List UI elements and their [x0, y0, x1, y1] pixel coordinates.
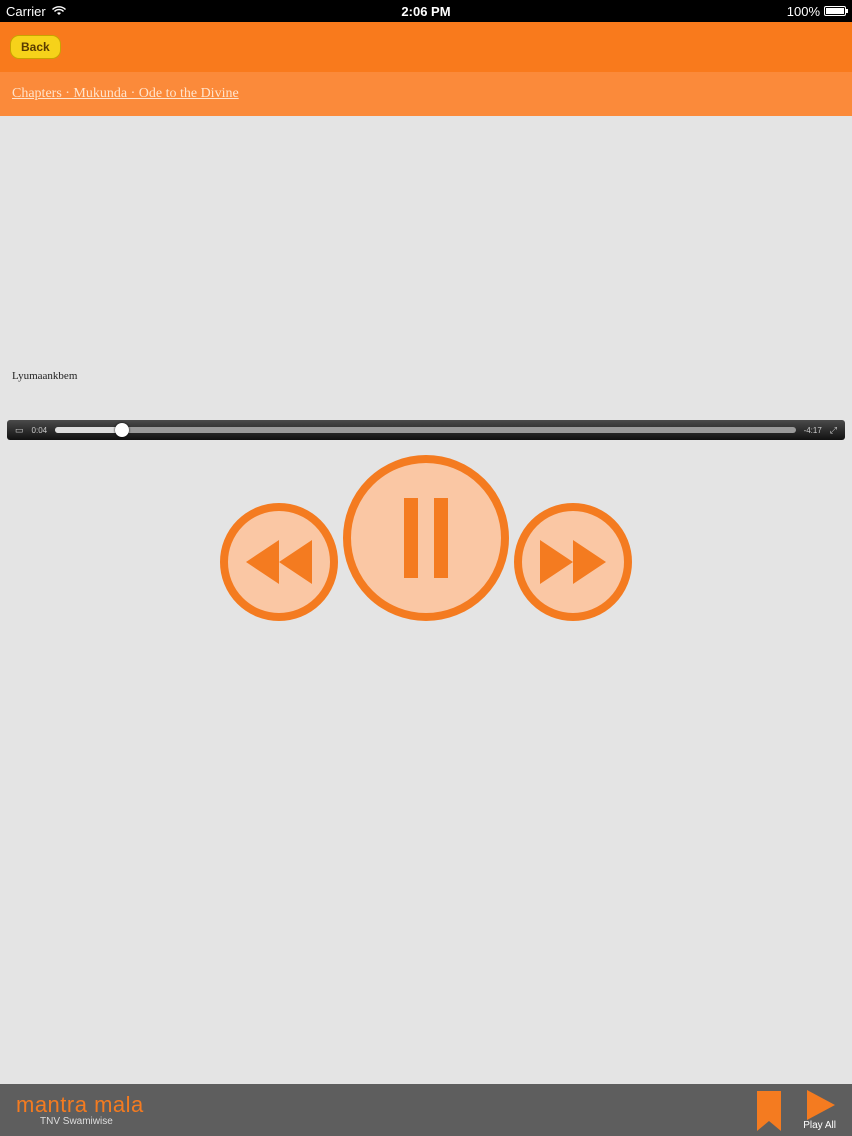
fullscreen-icon[interactable]: ⤢	[830, 425, 837, 436]
battery-icon	[824, 6, 848, 16]
airplay-icon[interactable]: ▭	[15, 425, 24, 436]
battery-percent: 100%	[786, 3, 820, 19]
rewind-icon	[246, 540, 312, 584]
breadcrumb: Chapters · Mukunda · Ode to the Divine	[0, 72, 852, 116]
seek-thumb[interactable]	[114, 423, 129, 437]
track-title: Lyumaankbem	[12, 370, 78, 382]
media-player-bar: ▭ 0:04 -4:17 ⤢	[7, 420, 845, 440]
fast-forward-button[interactable]	[514, 503, 632, 621]
bottom-bar: mantra mala TNV Swamiwise Play All	[0, 1084, 852, 1136]
pause-icon	[404, 498, 448, 578]
status-left: Carrier	[6, 4, 787, 19]
bookmark-icon[interactable]	[757, 1090, 782, 1131]
brand-logo: mantra mala TNV Swamiwise	[16, 1091, 144, 1127]
rewind-button[interactable]	[220, 503, 338, 621]
seek-fill	[55, 427, 122, 433]
play-all-button[interactable]: Play All	[803, 1089, 836, 1131]
elapsed-time: 0:04	[31, 425, 48, 435]
playback-controls	[0, 455, 852, 625]
play-all-label: Play All	[803, 1119, 836, 1131]
carrier-label: Carrier	[6, 3, 46, 19]
brand-name: mantra mala	[16, 1091, 144, 1117]
fast-forward-icon	[540, 540, 606, 584]
wifi-icon	[51, 6, 66, 15]
breadcrumb-link[interactable]: Chapters · Mukunda · Ode to the Divine	[12, 86, 239, 102]
back-button[interactable]: Back	[10, 35, 61, 59]
brand-subtitle: TNV Swamiwise	[40, 1115, 113, 1127]
top-nav: Back	[0, 22, 852, 72]
status-right: 100%	[786, 3, 848, 19]
play-icon	[806, 1089, 835, 1120]
pause-button[interactable]	[343, 455, 509, 621]
status-bar: Carrier 2:06 PM 100%	[0, 0, 852, 22]
remaining-time: -4:17	[803, 425, 822, 435]
seek-slider[interactable]	[55, 423, 796, 437]
bottom-actions: Play All	[757, 1089, 836, 1131]
